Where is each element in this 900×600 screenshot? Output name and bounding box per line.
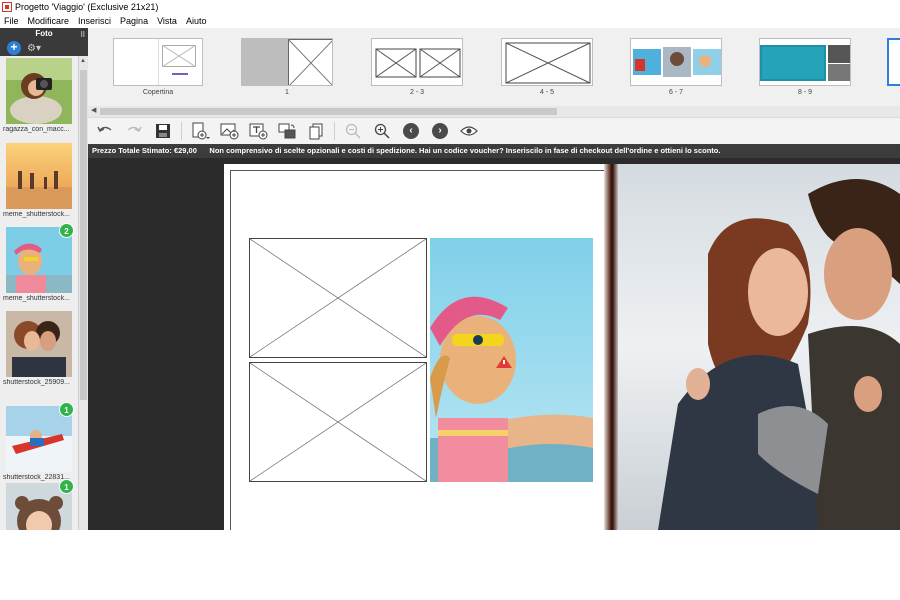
undo-icon[interactable] <box>94 120 116 142</box>
photo-thumbnail[interactable] <box>6 311 72 377</box>
editor-toolbar: ‹ › <box>88 118 900 144</box>
panel-grip-icon[interactable]: ll <box>81 29 85 41</box>
sidebar-header: Foto ll <box>0 28 88 40</box>
zoom-out-icon[interactable] <box>342 120 364 142</box>
gear-icon[interactable]: ⚙▾ <box>27 43 41 54</box>
photo-name: ragazza_con_macc... <box>3 126 70 133</box>
page-label: 6 - 7 <box>668 89 683 96</box>
prev-page-icon[interactable]: ‹ <box>400 120 422 142</box>
scrollbar-thumb[interactable] <box>80 70 87 400</box>
page-label: 8 - 9 <box>797 89 812 96</box>
menu-edit[interactable]: Modificare <box>28 16 70 26</box>
image-placeholder-icon <box>288 39 332 85</box>
right-page-photo[interactable] <box>618 164 900 530</box>
add-photo-icon[interactable] <box>218 120 240 142</box>
page-thumbnail-cover[interactable] <box>113 38 203 86</box>
price-note: Non comprensivo di scelte opzionali e co… <box>209 146 721 155</box>
image-placeholder-icon <box>162 45 196 67</box>
page-layout-preview <box>375 48 461 78</box>
menu-page[interactable]: Pagina <box>120 16 148 26</box>
page-strip: Copertina 1 2 - 3 4 - 5 6 - 7 8 - 9 ◀ <box>88 28 900 118</box>
menu-insert[interactable]: Inserisci <box>78 16 111 26</box>
page-thumbnail-1[interactable] <box>241 38 333 86</box>
page-strip-scrollbar[interactable]: ◀ <box>88 106 900 117</box>
title-bar: Progetto 'Viaggio' (Exclusive 21x21) <box>0 0 900 14</box>
page-label: 1 <box>285 89 289 96</box>
app-logo-icon <box>2 2 12 12</box>
photo-thumbnail[interactable] <box>6 143 72 209</box>
empty-photo-frame[interactable] <box>249 362 427 482</box>
editor-canvas <box>88 158 900 530</box>
book-spine <box>604 164 618 530</box>
page-thumbnail-6-7[interactable] <box>630 38 722 86</box>
empty-photo-frame[interactable] <box>249 238 427 358</box>
add-photos-button[interactable]: + <box>7 41 21 55</box>
photo-thumbnail[interactable] <box>6 58 72 124</box>
toolbar-separator <box>181 122 182 140</box>
usage-count-badge: 1 <box>59 402 74 417</box>
scroll-up-icon[interactable]: ▲ <box>80 58 86 64</box>
page-label: Copertina <box>142 89 174 96</box>
left-page[interactable] <box>224 164 604 530</box>
photo-name: shutterstock_25909... <box>3 379 70 386</box>
menu-bar: File Modificare Inserisci Pagina Vista A… <box>0 14 900 28</box>
menu-help[interactable]: Aiuto <box>186 16 207 26</box>
scroll-left-icon[interactable]: ◀ <box>91 106 96 114</box>
page-thumbnail-next[interactable] <box>887 38 900 86</box>
zoom-in-icon[interactable] <box>371 120 393 142</box>
page-thumbnail-4-5[interactable] <box>501 38 593 86</box>
menu-view[interactable]: Vista <box>157 16 177 26</box>
page-thumbnail-8-9[interactable] <box>759 38 851 86</box>
page-layout-preview <box>505 42 591 84</box>
page-label: 2 - 3 <box>409 89 424 96</box>
photo-name: meme_shutterstock... <box>3 211 70 218</box>
page-label: 4 - 5 <box>539 89 554 96</box>
usage-count-badge: 2 <box>59 223 74 238</box>
usage-count-badge: 1 <box>59 479 74 494</box>
menu-file[interactable]: File <box>4 16 19 26</box>
save-icon[interactable] <box>152 120 174 142</box>
page-layout-preview <box>760 39 850 85</box>
preview-icon[interactable] <box>458 120 480 142</box>
copy-page-icon[interactable] <box>305 120 327 142</box>
page-thumbnail-2-3[interactable] <box>371 38 463 86</box>
photo-name: meme_shutterstock... <box>3 295 70 302</box>
photo-list: ragazza_con_macc... meme_shutterstock... <box>0 56 78 530</box>
sidebar-title: Foto <box>35 29 53 38</box>
app-window: Progetto 'Viaggio' (Exclusive 21x21) Fil… <box>0 0 900 530</box>
next-page-icon[interactable]: › <box>429 120 451 142</box>
window-title: Progetto 'Viaggio' (Exclusive 21x21) <box>15 2 159 12</box>
toolbar-separator <box>334 122 335 140</box>
photo-frame-kid[interactable] <box>430 238 593 482</box>
swap-photos-icon[interactable] <box>276 120 298 142</box>
add-text-icon[interactable] <box>247 120 269 142</box>
sidebar-tools: + ⚙▾ <box>0 40 88 56</box>
add-page-icon[interactable] <box>189 120 211 142</box>
estimated-price: Prezzo Totale Stimato: €29,00 <box>92 146 197 155</box>
page-layout-preview <box>631 39 721 85</box>
price-info-bar: Prezzo Totale Stimato: €29,00 Non compre… <box>88 144 900 158</box>
sidebar-scrollbar[interactable]: ▲ <box>78 56 88 530</box>
redo-icon[interactable] <box>123 120 145 142</box>
photos-sidebar: Foto ll + ⚙▾ ragazza_con_macc... meme_sh… <box>0 28 88 530</box>
scrollbar-thumb[interactable] <box>100 108 557 115</box>
